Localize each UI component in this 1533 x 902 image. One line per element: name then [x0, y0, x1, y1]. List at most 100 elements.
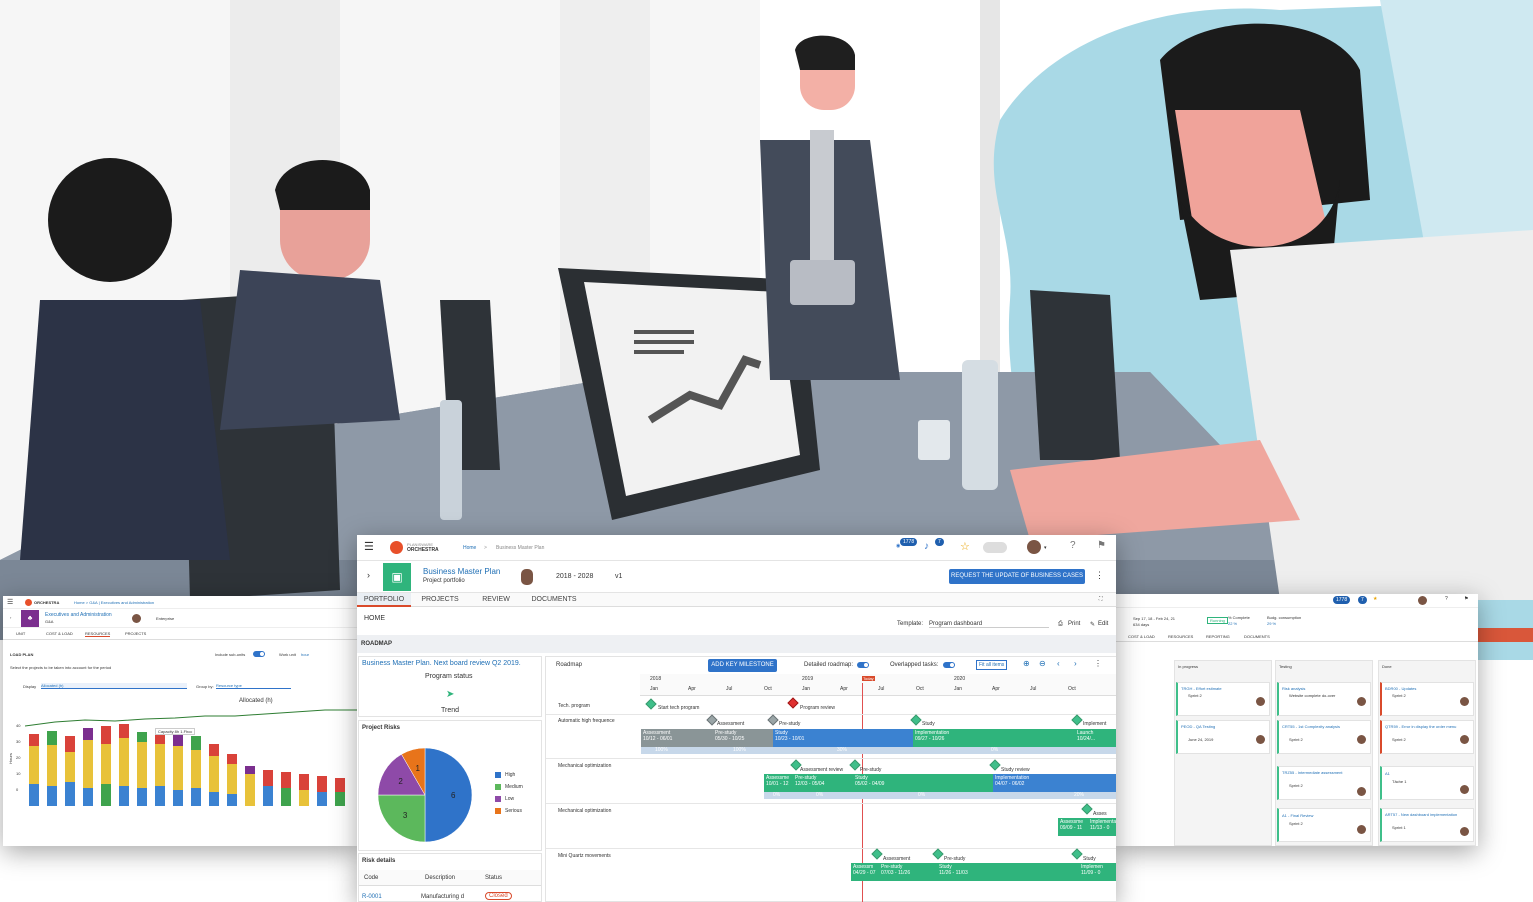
tab-unit[interactable]: UNIT	[16, 631, 25, 636]
rss-badge[interactable]: 1778	[1333, 596, 1351, 604]
fullscreen-icon[interactable]: ⛶	[1099, 596, 1103, 602]
kanban-card[interactable]: CRT55 - 1st Complexity analysis Sprint 2	[1277, 720, 1371, 754]
tab-review[interactable]: REVIEW	[471, 593, 521, 607]
breadcrumb-home[interactable]: Home	[463, 545, 476, 551]
tab-documents[interactable]: DOCUMENTS	[1244, 634, 1270, 639]
tab-portfolio[interactable]: PORTFOLIO	[357, 593, 411, 607]
row-label[interactable]: Tech. program	[558, 703, 590, 709]
gantt-bar-implementation[interactable]: Implementa 11/13 - 0	[1088, 818, 1116, 836]
kanban-card[interactable]: TRZ55 - Intermediate assessment Sprint 2	[1277, 766, 1371, 800]
kanban-card[interactable]: A1 - Final Review Sprint 2	[1277, 808, 1371, 842]
kanban-card[interactable]: ART57 - New dashboard implementation Spr…	[1380, 808, 1474, 842]
zoom-out-icon[interactable]: ⊖	[1039, 659, 1046, 668]
kanban-card[interactable]: PEOD - QA Testing June 24, 2019	[1176, 720, 1270, 754]
kanban-card[interactable]: BDR00 - Updates Sprint 2	[1380, 682, 1474, 716]
gantt-bar-prestudy[interactable]: Pre-study 05/30 - 10/25	[713, 729, 773, 747]
pie-slice-medium[interactable]	[377, 794, 426, 843]
rss-badge[interactable]: 1778	[900, 538, 918, 546]
work-unit-value[interactable]: hour	[301, 652, 309, 657]
star-icon[interactable]: ★	[1373, 596, 1377, 602]
milestone-diamond[interactable]	[1071, 848, 1083, 860]
milestone-diamond[interactable]	[871, 848, 883, 860]
milestone-diamond[interactable]	[849, 759, 861, 771]
milestone-diamond[interactable]	[767, 714, 779, 726]
milestone-diamond[interactable]	[989, 759, 1001, 771]
tab-reporting[interactable]: REPORTING	[1206, 634, 1230, 639]
kanban-card[interactable]: Risk analysis Website complete do-over	[1277, 682, 1371, 716]
request-update-button[interactable]: REQUEST THE UPDATE OF BUSINESS CASES	[949, 569, 1085, 584]
star-icon[interactable]: ☆	[960, 540, 970, 553]
milestone-diamond[interactable]	[932, 848, 944, 860]
detailed-roadmap-toggle[interactable]	[857, 662, 869, 668]
row-label[interactable]: Automatic high frequence	[558, 718, 615, 724]
kanban-card[interactable]: A1 Tâche 1	[1380, 766, 1474, 800]
avatar[interactable]	[1027, 540, 1041, 554]
menu-icon[interactable]: ☰	[7, 598, 13, 606]
tab-cost-load[interactable]: COST & LOAD	[1128, 634, 1155, 639]
template-select[interactable]: Program dashboard	[929, 621, 1049, 628]
row-label[interactable]: Mini Quartz movements	[558, 853, 611, 859]
include-subunits-toggle[interactable]	[253, 651, 265, 657]
tab-cost-load[interactable]: COST & LOAD	[46, 631, 73, 636]
gantt-bar-assessment[interactable]: Assessment 10/12 - 06/01	[641, 729, 713, 747]
toggle-icon[interactable]	[983, 542, 1007, 553]
edit-icon[interactable]: ✎	[1090, 621, 1095, 628]
more-icon[interactable]: ⋮	[1094, 659, 1102, 668]
tab-resources[interactable]: RESOURCES	[1168, 634, 1193, 639]
milestone-diamond[interactable]	[706, 714, 718, 726]
add-milestone-button[interactable]: ADD KEY MILESTONE	[708, 659, 777, 672]
pie-slice-high[interactable]	[424, 747, 473, 843]
print-icon[interactable]: ⎙	[1058, 621, 1063, 628]
gantt-bar-assessment[interactable]: Assessme 10/01 - 12	[764, 774, 793, 792]
avatar[interactable]	[1418, 596, 1427, 605]
gantt-bar-launch[interactable]: Launch 10/24/...	[1075, 729, 1116, 747]
edit-label[interactable]: Edit	[1098, 621, 1108, 627]
row-label[interactable]: Mechanical optimization	[558, 763, 611, 769]
gantt-bar-implementation[interactable]: Implementation 04/07 - 06/02	[993, 774, 1116, 792]
milestone-diamond[interactable]	[645, 698, 657, 710]
help-icon[interactable]: ?	[1445, 596, 1448, 602]
more-icon[interactable]: ⋮	[1095, 570, 1104, 581]
kanban-card[interactable]: TRGH - Effort estimate Sprint 2	[1176, 682, 1270, 716]
tab-resources[interactable]: RESOURCES	[85, 631, 111, 637]
tab-projects[interactable]: PROJECTS	[415, 593, 465, 607]
gantt-bar-implementation[interactable]: Implementation 09/27 - 10/26	[913, 729, 1075, 747]
bell-badge[interactable]: 7	[1358, 596, 1367, 604]
menu-icon[interactable]: ☰	[364, 540, 374, 553]
col-description[interactable]: Description	[425, 875, 455, 881]
expand-chevron-icon[interactable]: ›	[10, 615, 11, 620]
col-code[interactable]: Code	[364, 875, 378, 881]
display-select[interactable]: Allocated (h)	[41, 683, 187, 689]
milestone-diamond[interactable]	[1071, 714, 1083, 726]
bell-icon[interactable]: ♪	[924, 541, 929, 552]
row-label[interactable]: Mechanical optimization	[558, 808, 611, 814]
kanban-card[interactable]: QTR59 - Error in display the order menu …	[1380, 720, 1474, 754]
fit-all-button[interactable]: Fit all items	[976, 660, 1008, 670]
group-by-select[interactable]: Resource type	[216, 683, 291, 689]
left-breadcrumb[interactable]: Home > G&A | Executives and Administrati…	[74, 600, 154, 605]
milestone-diamond[interactable]	[910, 714, 922, 726]
gantt-bar-prestudy[interactable]: Pre-study 07/03 - 11/26	[879, 863, 937, 881]
gantt-bar-assessment[interactable]: Assessm 04/29 - 07	[851, 863, 879, 881]
gantt-bar-prestudy[interactable]: Pre-study 12/03 - 05/04	[793, 774, 853, 792]
zoom-in-icon[interactable]: ⊕	[1023, 659, 1030, 668]
expand-chevron-icon[interactable]: ›	[367, 570, 370, 580]
chevron-left-icon[interactable]: ‹	[1057, 659, 1060, 668]
gantt-bar-study[interactable]: Study 10/23 - 10/01	[773, 729, 913, 747]
bell-badge[interactable]: 7	[935, 538, 944, 546]
gantt-bar-assessment[interactable]: Assessme 09/09 - 11	[1058, 818, 1088, 836]
flag-icon[interactable]: ⚑	[1097, 540, 1106, 551]
tab-projects[interactable]: PROJECTS	[125, 631, 146, 636]
gantt-bar-study[interactable]: Study 05/02 - 04/09	[853, 774, 993, 792]
overlapped-tasks-toggle[interactable]	[943, 662, 955, 668]
gantt-bar-study[interactable]: Study 11/26 - 11/03	[937, 863, 1079, 881]
chevron-right-icon[interactable]: ›	[1074, 659, 1077, 668]
tab-documents[interactable]: DOCUMENTS	[527, 593, 581, 607]
print-label[interactable]: Print	[1068, 621, 1080, 627]
help-icon[interactable]: ?	[1070, 540, 1076, 551]
milestone-diamond[interactable]	[787, 697, 799, 709]
milestone-diamond[interactable]	[1081, 803, 1093, 815]
col-status[interactable]: Status	[485, 875, 502, 881]
risk-code[interactable]: R-0001	[362, 894, 382, 900]
gantt-bar-implementation[interactable]: Implemen 11/09 - 0	[1079, 863, 1116, 881]
